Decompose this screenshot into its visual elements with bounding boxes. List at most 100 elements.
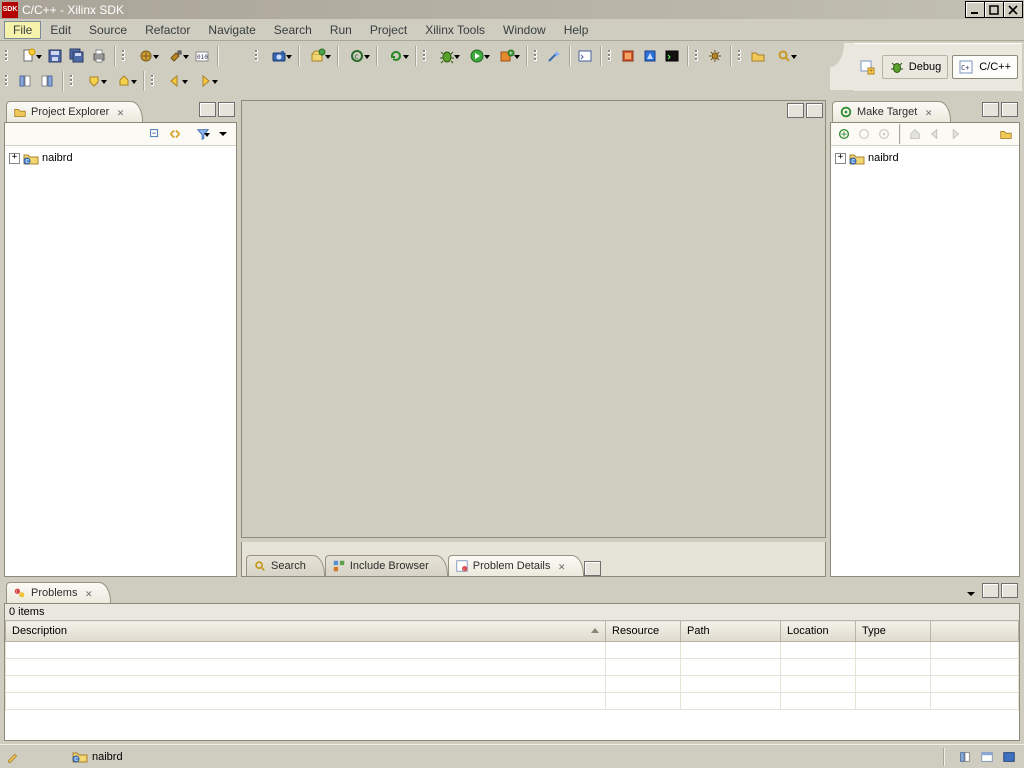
problems-table[interactable]: Description Resource Path Location Type	[5, 620, 1019, 710]
project-explorer-tree[interactable]: + C naibrd	[5, 146, 236, 576]
menu-help[interactable]: Help	[555, 21, 598, 39]
toolbar-grip-icon[interactable]	[534, 46, 540, 66]
perspective-debug[interactable]: Debug	[882, 55, 948, 79]
toolbar-grip-icon[interactable]	[738, 46, 744, 66]
trim-button-2[interactable]	[978, 746, 996, 768]
menu-source[interactable]: Source	[80, 21, 136, 39]
menu-edit[interactable]: Edit	[41, 21, 80, 39]
terminal-button[interactable]	[574, 45, 596, 67]
column-type[interactable]: Type	[856, 621, 931, 642]
trim-button-1[interactable]	[956, 746, 974, 768]
menu-window[interactable]: Window	[494, 21, 555, 39]
build-all-button[interactable]: 010	[191, 45, 213, 67]
home-button[interactable]	[906, 123, 924, 145]
new-button[interactable]	[14, 45, 44, 67]
camera-button[interactable]	[264, 45, 294, 67]
toolbar-grip-icon[interactable]	[423, 46, 429, 66]
expand-icon[interactable]: +	[835, 153, 846, 164]
minimize-button[interactable]	[965, 1, 985, 18]
editor-maximize-button[interactable]	[806, 103, 823, 118]
console-button[interactable]	[661, 45, 683, 67]
table-row[interactable]	[6, 659, 1019, 676]
remove-target-button[interactable]	[855, 123, 873, 145]
edit-target-button[interactable]	[875, 123, 893, 145]
view-minimize-button[interactable]	[199, 102, 216, 117]
external-run-button[interactable]	[492, 45, 522, 67]
toolbar-grip-icon[interactable]	[608, 46, 614, 66]
link-editor-button[interactable]	[166, 123, 184, 145]
maximize-button[interactable]	[984, 1, 1004, 18]
toolbar-grip-icon[interactable]	[151, 71, 157, 91]
launch-button-a[interactable]	[303, 45, 333, 67]
make-target-tree[interactable]: + C naibrd	[831, 146, 1019, 576]
close-tab-icon[interactable]: ✕	[81, 587, 92, 600]
perspective-cpp[interactable]: C+ C/C++	[952, 55, 1018, 79]
col-right-button[interactable]	[36, 70, 58, 92]
trim-button-3[interactable]	[1000, 746, 1018, 768]
close-tab-icon[interactable]: ✕	[921, 106, 932, 119]
table-row[interactable]	[6, 642, 1019, 659]
column-extra[interactable]	[931, 621, 1019, 642]
nav-forward-button[interactable]	[946, 123, 964, 145]
close-tab-icon[interactable]: ✕	[113, 106, 124, 119]
toolbar-grip-icon[interactable]	[122, 46, 128, 66]
debug-profile-button[interactable]	[131, 45, 161, 67]
view-menu-button[interactable]	[214, 123, 232, 145]
toolbar-grip-icon[interactable]	[5, 46, 11, 66]
save-all-button[interactable]	[66, 45, 88, 67]
view-maximize-button[interactable]	[1001, 583, 1018, 598]
build-target-button[interactable]	[997, 123, 1015, 145]
column-description[interactable]: Description	[6, 621, 606, 642]
gear-button[interactable]	[704, 45, 726, 67]
toolbar-grip-icon[interactable]	[695, 46, 701, 66]
menu-run[interactable]: Run	[321, 21, 361, 39]
debug-button[interactable]	[432, 45, 462, 67]
toolbar-grip-icon[interactable]	[70, 71, 76, 91]
menu-project[interactable]: Project	[361, 21, 416, 39]
toolbar-grip-icon[interactable]	[5, 71, 11, 91]
status-writable-indicator[interactable]	[6, 750, 20, 764]
close-button[interactable]	[1003, 1, 1023, 18]
nav-forward-button[interactable]	[190, 70, 220, 92]
tab-problems[interactable]: ! Problems ✕	[6, 582, 111, 603]
view-minimize-button[interactable]	[982, 102, 999, 117]
chip-red-button[interactable]	[617, 45, 639, 67]
open-folder-button[interactable]	[747, 45, 769, 67]
menu-navigate[interactable]: Navigate	[199, 21, 264, 39]
expand-icon[interactable]: +	[9, 153, 20, 164]
tree-item[interactable]: + C naibrd	[9, 150, 232, 166]
column-location[interactable]: Location	[781, 621, 856, 642]
status-project[interactable]: C naibrd	[72, 750, 123, 763]
prev-annotation-button[interactable]	[109, 70, 139, 92]
menu-file[interactable]: File	[4, 21, 41, 39]
tab-search[interactable]: Search	[246, 555, 325, 576]
view-maximize-button[interactable]	[1001, 102, 1018, 117]
menu-refactor[interactable]: Refactor	[136, 21, 199, 39]
menu-search[interactable]: Search	[265, 21, 321, 39]
filter-button[interactable]	[194, 123, 212, 145]
next-annotation-button[interactable]	[79, 70, 109, 92]
refresh-target-button[interactable]	[381, 45, 411, 67]
table-row[interactable]	[6, 693, 1019, 710]
run-button[interactable]	[462, 45, 492, 67]
nav-back-button[interactable]	[926, 123, 944, 145]
view-minimize-button[interactable]	[982, 583, 999, 598]
tab-problem-details[interactable]: ! Problem Details ✕	[448, 555, 584, 576]
open-perspective-button[interactable]: +	[856, 56, 878, 78]
view-maximize-button[interactable]	[218, 102, 235, 117]
tab-make-target[interactable]: Make Target ✕	[832, 101, 951, 122]
column-path[interactable]: Path	[681, 621, 781, 642]
wand-button[interactable]	[543, 45, 565, 67]
save-button[interactable]	[44, 45, 66, 67]
add-target-button[interactable]	[835, 123, 853, 145]
close-tab-icon[interactable]: ✕	[554, 560, 565, 573]
column-resource[interactable]: Resource	[606, 621, 681, 642]
tab-project-explorer[interactable]: Project Explorer ✕	[6, 101, 143, 122]
tree-item[interactable]: + C naibrd	[835, 150, 1015, 166]
search-dropdown-button[interactable]	[769, 45, 799, 67]
view-maximize-button[interactable]	[584, 561, 601, 576]
table-row[interactable]	[6, 676, 1019, 693]
view-menu-button[interactable]	[962, 583, 980, 605]
col-left-button[interactable]	[14, 70, 36, 92]
editor-minimize-button[interactable]	[787, 103, 804, 118]
